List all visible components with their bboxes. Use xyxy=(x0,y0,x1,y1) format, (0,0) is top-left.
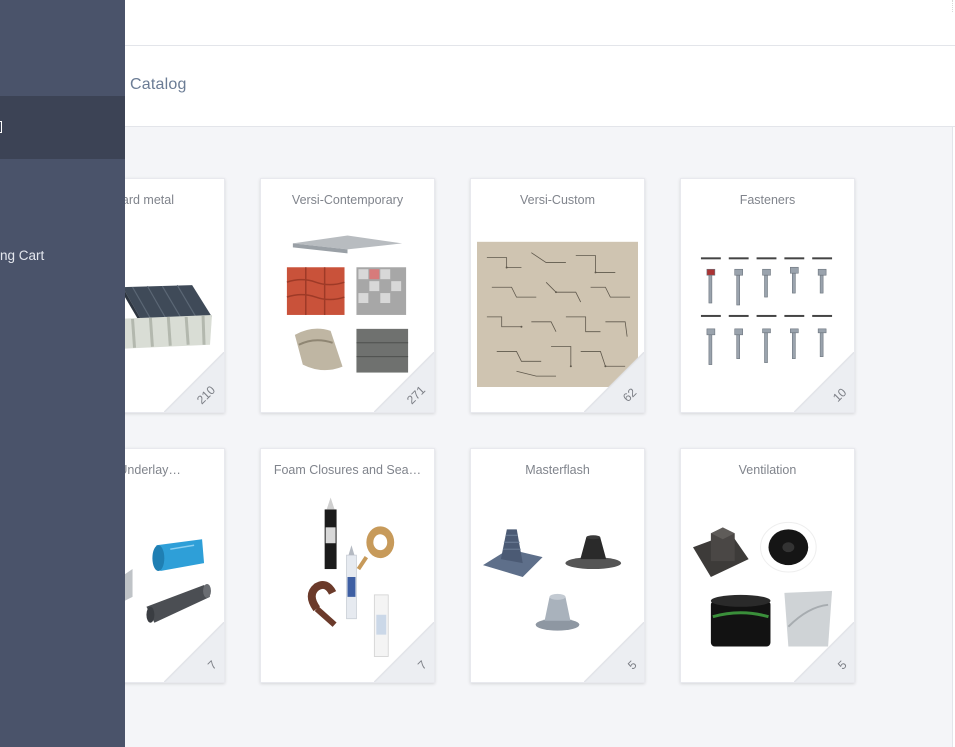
card-title: Foam Closures and Sea… xyxy=(273,463,422,477)
card-corner-fold xyxy=(584,352,644,412)
card-title: Fasteners xyxy=(739,193,796,207)
card-corner-fold xyxy=(164,622,224,682)
breadcrumb-bar: Catalog xyxy=(0,46,955,127)
sidebar-item-active-glyph xyxy=(0,121,2,133)
card-title: Ventilation xyxy=(738,463,797,477)
breadcrumb[interactable]: Catalog xyxy=(130,76,187,94)
sidebar: ng Cart xyxy=(0,0,125,747)
sidebar-item-active[interactable] xyxy=(0,96,125,159)
catalog-card-foam-closures[interactable]: Foam Closures and Sea… 7 xyxy=(260,448,435,683)
catalog-grid: andard metal 210 Versi-Contemporary 271 … xyxy=(0,127,953,747)
catalog-card-versi-contemporary[interactable]: Versi-Contemporary 271 xyxy=(260,178,435,413)
catalog-card-fasteners[interactable]: Fasteners 10 xyxy=(680,178,855,413)
top-bar xyxy=(0,0,955,46)
catalog-card-ventilation[interactable]: Ventilation 5 xyxy=(680,448,855,683)
top-bar-corner xyxy=(943,0,953,12)
catalog-card-versi-custom[interactable]: Versi-Custom 62 xyxy=(470,178,645,413)
sidebar-item-shopping-cart[interactable]: ng Cart xyxy=(0,248,44,263)
card-title: Versi-Custom xyxy=(519,193,596,207)
card-title: Versi-Contemporary xyxy=(291,193,404,207)
card-corner-fold xyxy=(584,622,644,682)
card-title: Masterflash xyxy=(525,463,590,477)
card-corner-fold xyxy=(164,352,224,412)
catalog-card-masterflash[interactable]: Masterflash 5 xyxy=(470,448,645,683)
card-corner-fold xyxy=(374,622,434,682)
card-corner-fold xyxy=(794,352,854,412)
card-corner-fold xyxy=(794,622,854,682)
card-corner-fold xyxy=(374,352,434,412)
